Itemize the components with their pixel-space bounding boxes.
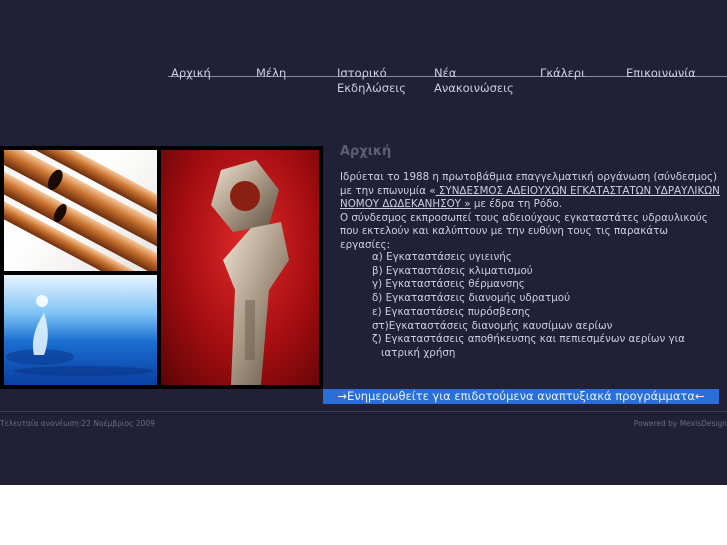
list-item: ε) Εγκαταστάσεις πυρόσβεσης xyxy=(372,305,531,318)
nav-item-history-events[interactable]: Ιστορικό Εκδηλώσεις xyxy=(337,66,406,96)
nav-item-label: Αρχική xyxy=(171,66,211,80)
nav-item-label-line2: Εκδηλώσεις xyxy=(337,81,406,95)
intro-text-paragraph: Ο σύνδεσμος εκπροσωπεί τους αδειούχους ε… xyxy=(340,211,708,251)
nav-item-members[interactable]: Μέλη xyxy=(256,66,286,81)
nav-item-label: Ιστορικό xyxy=(337,66,387,80)
header-image-collage xyxy=(0,146,323,389)
list-item: γ) Εγκαταστάσεις θέρμανσης xyxy=(372,278,525,291)
intro-text: Ιδρύεται το 1988 η πρωτοβάθμια επαγγελμα… xyxy=(340,171,720,253)
nav-item-home[interactable]: Αρχική xyxy=(171,66,211,81)
nav-item-news-announcements[interactable]: Νέα Ανακοινώσεις xyxy=(434,66,514,96)
nav-item-gallery[interactable]: Γκάλερι xyxy=(540,66,585,81)
page-background: Αρχική Μέλη Ιστορικό Εκδηλώσεις Νέα Ανακ… xyxy=(0,0,727,485)
footer-divider xyxy=(0,411,727,412)
intro-text-end: με έδρα τη Ρόδο. xyxy=(470,198,563,211)
nav-item-contact[interactable]: Επικοινωνία xyxy=(626,66,696,81)
nav-item-label: Επικοινωνία xyxy=(626,66,696,80)
nav-item-label: Μέλη xyxy=(256,66,287,80)
page-title: Αρχική xyxy=(340,144,392,159)
nav-item-label: Γκάλερι xyxy=(540,66,585,80)
last-update-text: Τελευταία ανανέωση:22 Νοέμβριος 2009 xyxy=(0,419,155,428)
list-item: ιατρική χρήση xyxy=(381,346,456,359)
nav-item-label: Νέα xyxy=(434,66,457,80)
list-item: β) Εγκαταστάσεις κλιματισμού xyxy=(372,264,533,277)
powered-by-link[interactable]: Powered by MexisDesign xyxy=(634,419,727,428)
list-item: δ) Εγκαταστάσεις διανομής υδρατμού xyxy=(372,292,571,305)
water-drop-image xyxy=(4,275,157,385)
list-item: ζ) Εγκαταστάσεις αποθήκευσης και πεπιεσμ… xyxy=(372,333,685,346)
list-item: στ)Εγκαταστάσεις διανομής καυσίμων αερίω… xyxy=(372,319,613,332)
nav-item-label-line2: Ανακοινώσεις xyxy=(434,81,514,95)
funding-programs-banner-link[interactable]: →Ενημερωθείτε για επιδοτούμενα αναπτυξια… xyxy=(323,389,719,404)
wrench-nut-image xyxy=(161,150,319,385)
works-list: α) Εγκαταστάσεις υγιεινής β) Εγκαταστάσε… xyxy=(372,251,712,361)
list-item: α) Εγκαταστάσεις υγιεινής xyxy=(372,251,512,263)
copper-pipes-image xyxy=(4,150,157,271)
